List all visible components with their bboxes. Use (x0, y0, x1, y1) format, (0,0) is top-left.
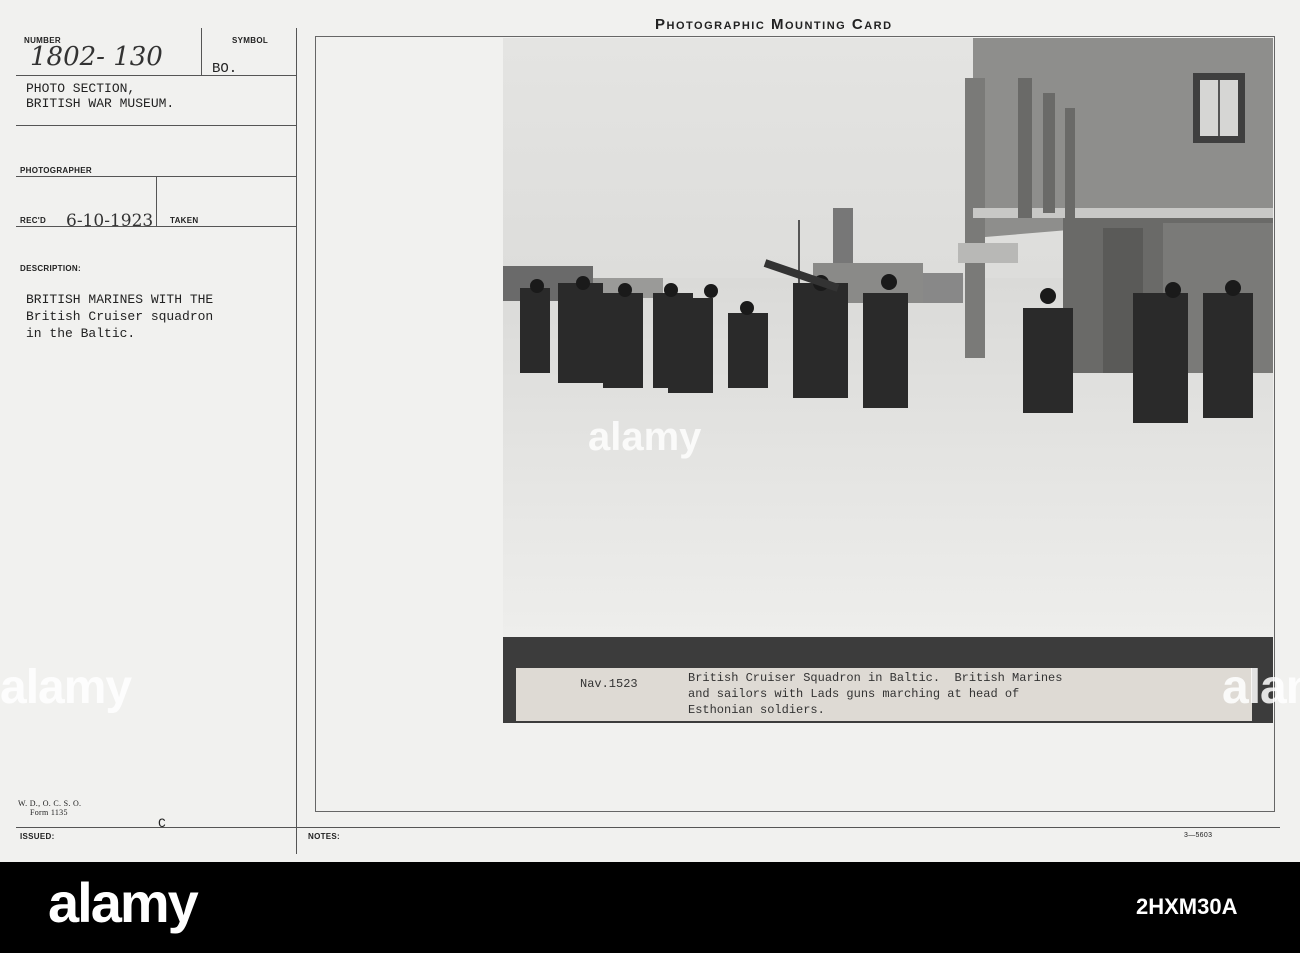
photographer-label: PHOTOGRAPHER (20, 166, 92, 175)
print-code: 3—5603 (1184, 832, 1213, 839)
form-line1: W. D., O. C. S. O. (18, 799, 82, 808)
section-line1: PHOTO SECTION, (26, 81, 136, 96)
caption-line1: British Cruiser Squadron in Baltic. Brit… (688, 671, 1063, 685)
alamy-logo: alamy (48, 871, 199, 934)
description-label: DESCRIPTION: (20, 264, 81, 273)
right-watermark: alamy (1222, 661, 1300, 714)
symbol-label: SYMBOL (232, 36, 269, 45)
notes-label: NOTES: (308, 832, 341, 841)
issued-mark: C (158, 816, 166, 831)
symbol-value: BO. (212, 61, 238, 77)
recd-taken-divider (156, 176, 157, 226)
photo-watermark: alamy (588, 415, 702, 459)
photo-caption: Nav.1523 British Cruiser Squadron in Bal… (516, 668, 1252, 721)
description-line2: British Cruiser squadron (26, 309, 214, 324)
description-line1: BRITISH MARINES WITH THE (26, 292, 214, 307)
left-column-divider (296, 28, 297, 854)
card-title: Photographic Mounting Card (655, 16, 893, 33)
taken-label: TAKEN (170, 216, 199, 225)
number-symbol-divider (201, 28, 202, 76)
description-line3: in the Baltic. (26, 326, 136, 341)
number-value: 1802- 130 (30, 42, 163, 72)
rule (16, 125, 297, 126)
section-line2: BRITISH WAR MUSEUM. (26, 96, 175, 111)
mounting-card: NUMBER 1802- 130 SYMBOL BO. PHOTO SECTIO… (0, 0, 1300, 862)
image-id: 2HXM30A (1136, 894, 1238, 919)
recd-label: REC'D (20, 216, 47, 225)
recd-value: 6-10-1923 (66, 211, 154, 231)
left-watermark: alamy (0, 661, 132, 714)
form-line2: Form 1135 (30, 808, 68, 817)
photograph: alamy (503, 38, 1273, 638)
rule (16, 226, 297, 227)
rule (16, 75, 297, 76)
caption-ref: Nav.1523 (580, 677, 638, 691)
rule (16, 827, 1280, 828)
caption-line3: Esthonian soldiers. (688, 703, 825, 717)
issued-label: ISSUED: (20, 832, 55, 841)
caption-line2: and sailors with Lads guns marching at h… (688, 687, 1020, 701)
